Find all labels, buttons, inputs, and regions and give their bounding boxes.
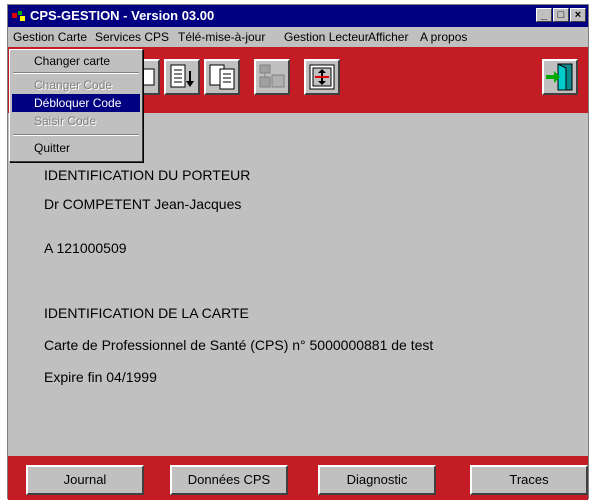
footer-bar: Journal Données CPS Diagnostic Traces bbox=[8, 456, 588, 500]
minimize-button[interactable]: _ bbox=[536, 8, 552, 22]
window-title: CPS-GESTION - Version 03.00 bbox=[30, 8, 215, 23]
journal-button[interactable]: Journal bbox=[26, 465, 144, 495]
carte-description: Carte de Professionnel de Santé (CPS) n°… bbox=[44, 337, 434, 353]
menu-services-cps[interactable]: Services CPS bbox=[95, 27, 169, 47]
menu-separator bbox=[13, 72, 139, 74]
list-download-icon bbox=[170, 64, 194, 88]
close-button[interactable]: × bbox=[570, 8, 586, 22]
menu-item-debloquer-code[interactable]: Débloquer Code bbox=[12, 94, 140, 112]
diagnostic-button[interactable]: Diagnostic bbox=[318, 465, 436, 495]
traces-button[interactable]: Traces bbox=[470, 465, 588, 495]
menu-gestion-carte[interactable]: Gestion Carte bbox=[13, 27, 87, 47]
carte-heading: IDENTIFICATION DE LA CARTE bbox=[44, 305, 249, 321]
menu-separator bbox=[13, 134, 139, 136]
menu-item-saisir-code: Saisir Code bbox=[34, 114, 97, 128]
menu-afficher[interactable]: Afficher bbox=[368, 27, 408, 47]
porteur-name: Dr COMPETENT Jean-Jacques bbox=[44, 196, 242, 212]
porteur-id: A 121000509 bbox=[44, 240, 127, 256]
menu-bar: Gestion Carte Services CPS Télé-mise-à-j… bbox=[8, 27, 588, 47]
title-bar[interactable]: CPS-GESTION - Version 03.00 _ □ × bbox=[8, 5, 588, 27]
toolbar-card-reader-button[interactable] bbox=[254, 59, 290, 95]
toolbar-exit-button[interactable] bbox=[542, 59, 578, 95]
list-copy-icon bbox=[209, 64, 235, 90]
app-logo-icon bbox=[12, 11, 25, 21]
menu-item-changer-carte[interactable]: Changer carte bbox=[12, 52, 140, 70]
porteur-heading: IDENTIFICATION DU PORTEUR bbox=[44, 167, 251, 183]
carte-expiry: Expire fin 04/1999 bbox=[44, 369, 157, 385]
donnees-cps-button[interactable]: Données CPS bbox=[170, 465, 288, 495]
toolbar-list-download-button[interactable] bbox=[164, 59, 200, 95]
menu-tele-mise-a-jour[interactable]: Télé-mise-à-jour bbox=[178, 27, 265, 47]
sync-icon bbox=[309, 64, 335, 90]
exit-door-icon bbox=[546, 63, 573, 91]
info-panel: IDENTIFICATION DU PORTEUR Dr COMPETENT J… bbox=[8, 113, 588, 456]
toolbar-sync-button[interactable] bbox=[304, 59, 340, 95]
menu-a-propos[interactable]: A propos bbox=[420, 27, 467, 47]
toolbar-list-copy-button[interactable] bbox=[204, 59, 240, 95]
menu-item-changer-code: Changer Code bbox=[34, 78, 113, 92]
menu-item-quitter[interactable]: Quitter bbox=[12, 139, 140, 157]
maximize-button[interactable]: □ bbox=[553, 8, 569, 22]
card-reader-icon bbox=[259, 64, 285, 88]
gestion-carte-dropdown: Changer carte Changer Code Débloquer Cod… bbox=[9, 49, 143, 162]
menu-gestion-lecteur[interactable]: Gestion Lecteur bbox=[284, 27, 369, 47]
